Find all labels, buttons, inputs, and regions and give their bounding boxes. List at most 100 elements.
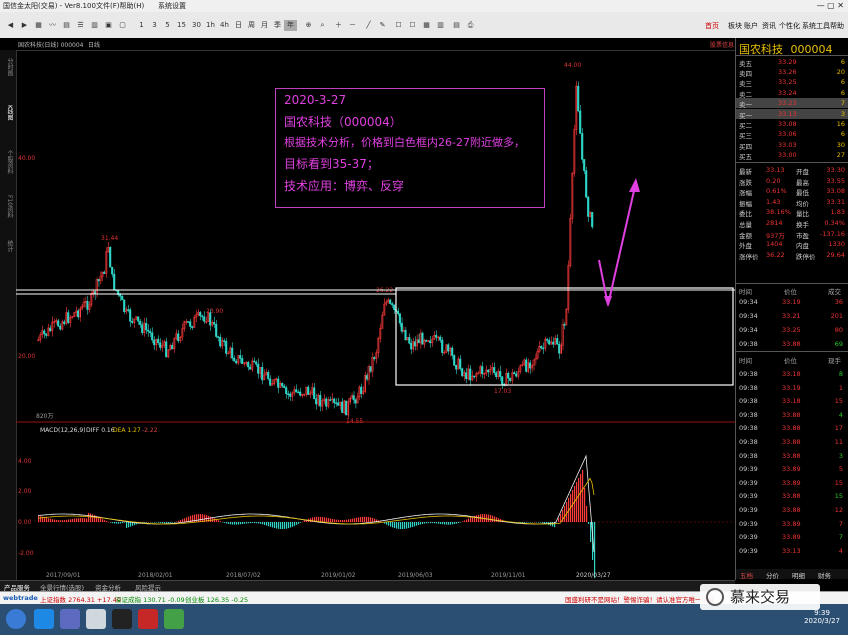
print-icon[interactable]: ⎙ bbox=[464, 20, 477, 31]
pin-icon[interactable]: ⊕ bbox=[302, 20, 315, 31]
period-month[interactable]: 月 bbox=[258, 20, 271, 31]
search-icon[interactable]: ⌕ bbox=[316, 20, 329, 31]
zoom-out-icon[interactable]: － bbox=[346, 20, 359, 31]
macd-bar bbox=[356, 517, 358, 522]
macd-bar bbox=[88, 512, 90, 522]
macd-bar bbox=[60, 520, 62, 522]
period-week[interactable]: 周 bbox=[245, 20, 258, 31]
tab-price-dist[interactable]: 分价 bbox=[766, 570, 779, 580]
candle-body bbox=[137, 316, 140, 322]
tick-time: 09:39 bbox=[739, 519, 758, 528]
tab-detail[interactable]: 明细 bbox=[792, 570, 805, 580]
macd-bar bbox=[252, 522, 254, 524]
candle-body bbox=[177, 333, 180, 341]
chart-icon[interactable]: ▦ bbox=[32, 20, 45, 31]
save-icon[interactable]: ▤ bbox=[450, 20, 463, 31]
macd-bar bbox=[410, 522, 412, 528]
macd-bar bbox=[372, 517, 374, 522]
trade-icon[interactable] bbox=[138, 609, 158, 629]
tick-row: 09:34 33.25 80 bbox=[736, 325, 848, 335]
period-5[interactable]: 5 bbox=[161, 20, 174, 31]
list-icon[interactable]: ☰ bbox=[74, 20, 87, 31]
stock-info-link[interactable]: 股票信息 bbox=[710, 40, 734, 49]
order-book-row[interactable]: 卖二 33.24 6 bbox=[736, 88, 848, 99]
macd-bar bbox=[404, 522, 406, 529]
order-book-row[interactable]: 卖五 33.29 6 bbox=[736, 57, 848, 68]
menu-help[interactable]: 帮助 bbox=[830, 21, 844, 31]
macd-bar bbox=[210, 516, 212, 522]
explorer-icon[interactable] bbox=[86, 609, 106, 629]
period-1[interactable]: 1 bbox=[135, 20, 148, 31]
tab-stats[interactable]: 统计 bbox=[2, 240, 14, 252]
tab-f10[interactable]: F10资料 bbox=[2, 195, 14, 218]
tab-five-level[interactable]: 五档 bbox=[740, 570, 753, 580]
macd-bar bbox=[46, 517, 48, 522]
tick-volume: 201 bbox=[830, 312, 843, 320]
macd-bar bbox=[70, 519, 72, 522]
tick-row: 09:38 33.88 11 bbox=[736, 437, 848, 447]
tab-profile[interactable]: 个股资料 bbox=[2, 150, 14, 174]
start-icon[interactable] bbox=[6, 609, 26, 629]
period-15[interactable]: 15 bbox=[175, 20, 188, 31]
period-day[interactable]: 日 bbox=[232, 20, 245, 31]
layout2-icon[interactable]: ▥ bbox=[434, 20, 447, 31]
macd-bar bbox=[582, 470, 584, 522]
back-icon[interactable]: ◀ bbox=[4, 20, 17, 31]
box-icon[interactable]: ☐ bbox=[392, 20, 405, 31]
doc-icon[interactable]: ▣ bbox=[102, 20, 115, 31]
period-select[interactable]: 日线 bbox=[88, 40, 100, 49]
order-book-row[interactable]: 买二 33.08 16 bbox=[736, 119, 848, 130]
order-book-row[interactable]: 卖四 33.26 20 bbox=[736, 67, 848, 78]
order-book-row[interactable]: 卖三 33.25 6 bbox=[736, 77, 848, 88]
period-1h[interactable]: 1h bbox=[204, 20, 217, 31]
order-book-row[interactable]: 卖一 33.23 7 bbox=[736, 97, 848, 109]
pencil-icon[interactable]: ✎ bbox=[376, 20, 389, 31]
macd-bar bbox=[576, 482, 578, 522]
menu-personal[interactable]: 个性化 bbox=[779, 21, 800, 31]
macd-bar bbox=[236, 522, 238, 525]
candle-body bbox=[558, 343, 561, 354]
order-book-row[interactable]: 买三 33.06 6 bbox=[736, 129, 848, 140]
window-controls[interactable]: — ▢ ✕ bbox=[817, 1, 844, 10]
menu-home[interactable]: 首页 bbox=[705, 21, 719, 31]
order-book-row[interactable]: 买四 33.03 30 bbox=[736, 140, 848, 151]
period-4h[interactable]: 4h bbox=[218, 20, 231, 31]
green-app-icon[interactable] bbox=[164, 609, 184, 629]
menu-news[interactable]: 资讯 bbox=[762, 21, 776, 31]
macd-bar bbox=[442, 522, 444, 525]
news-ticker[interactable]: 国盛利研不是网站！警惕诈骗！请认准官方唯一渠道 bbox=[565, 594, 715, 604]
table-icon[interactable]: ▥ bbox=[88, 20, 101, 31]
menu-tools[interactable]: 系统工具 bbox=[802, 21, 830, 31]
symbol-text[interactable]: 国农科技(日线) 000004 bbox=[18, 40, 84, 49]
layout-icon[interactable]: ▦ bbox=[420, 20, 433, 31]
box2-icon[interactable]: ☐ bbox=[406, 20, 419, 31]
tab-intraday[interactable]: 分时图 bbox=[2, 58, 14, 76]
xm-icon[interactable] bbox=[112, 609, 132, 629]
period-quarter[interactable]: 季 bbox=[271, 20, 284, 31]
zoom-in-icon[interactable]: ＋ bbox=[332, 20, 345, 31]
window-icon[interactable]: ▢ bbox=[116, 20, 129, 31]
menu-sector[interactable]: 板块 bbox=[728, 21, 742, 31]
menu-file[interactable]: 文件(F)帮助(H) bbox=[96, 1, 144, 11]
tab-kline[interactable]: K线图 bbox=[2, 105, 14, 121]
macd-bar bbox=[386, 522, 388, 525]
draw-line-icon[interactable]: ╱ bbox=[362, 20, 375, 31]
macd-bar bbox=[484, 514, 486, 522]
menu-settings[interactable]: 系统设置 bbox=[158, 1, 186, 11]
line-icon[interactable]: 〰 bbox=[46, 20, 59, 31]
period-year[interactable]: 年 bbox=[284, 20, 297, 31]
tab-finance[interactable]: 财务 bbox=[818, 570, 831, 580]
order-book-row[interactable]: 买五 33.00 27 bbox=[736, 150, 848, 161]
order-book-row[interactable]: 买一 33.13 3 bbox=[736, 109, 848, 120]
forward-icon[interactable]: ▶ bbox=[18, 20, 31, 31]
period-3[interactable]: 3 bbox=[148, 20, 161, 31]
tick-volume: 1 bbox=[838, 383, 843, 392]
candle-body bbox=[515, 373, 518, 377]
macd-bar bbox=[466, 519, 468, 522]
grid-icon[interactable]: ▤ bbox=[60, 20, 73, 31]
ie-icon[interactable] bbox=[34, 609, 54, 629]
candle-body bbox=[71, 316, 74, 318]
menu-account[interactable]: 账户 bbox=[744, 21, 758, 31]
period-30[interactable]: 30 bbox=[190, 20, 203, 31]
app-icon[interactable] bbox=[60, 609, 80, 629]
